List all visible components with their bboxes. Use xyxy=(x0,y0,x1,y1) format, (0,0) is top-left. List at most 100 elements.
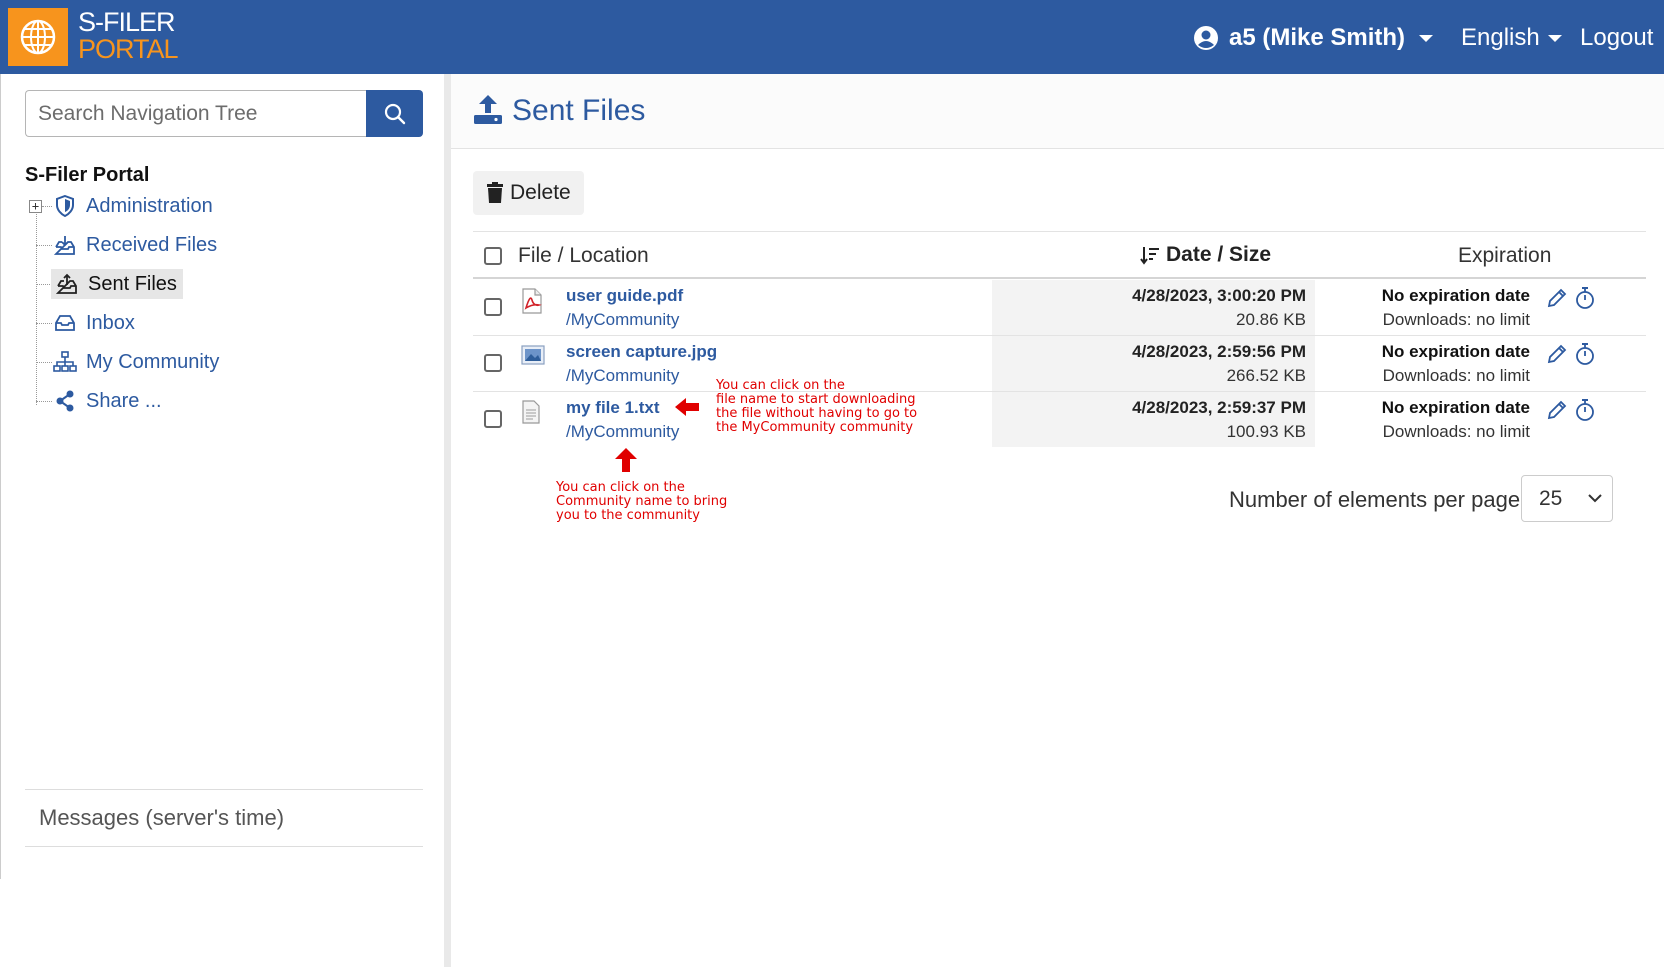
file-size: 20.86 KB xyxy=(1236,310,1306,329)
tree-root-title: S-Filer Portal xyxy=(25,164,150,186)
logout-link[interactable]: Logout xyxy=(1580,22,1653,54)
inbox-download-icon xyxy=(53,233,77,257)
text-file-icon xyxy=(522,400,540,424)
brand-line2: PORTAL xyxy=(78,34,179,64)
edit-pencil-icon[interactable] xyxy=(1546,343,1568,365)
brand-name[interactable]: S-FILER PORTAL xyxy=(78,7,179,64)
sidebar-item-sent-files[interactable]: Sent Files xyxy=(51,269,183,299)
download-limit: Downloads: no limit xyxy=(1382,366,1530,385)
expiration-value: No expiration date xyxy=(1381,286,1530,305)
file-date: 4/28/2023, 3:00:20 PM xyxy=(1132,286,1306,305)
image-file-icon xyxy=(521,345,545,365)
inbox-icon xyxy=(53,311,77,335)
navigation-search xyxy=(25,90,423,137)
tree-connector-line xyxy=(36,284,52,285)
per-page-value: 25 xyxy=(1539,486,1563,510)
expiration-value: No expiration date xyxy=(1381,398,1530,417)
stopwatch-icon[interactable] xyxy=(1575,398,1595,422)
annotation-line: the file without having to go to xyxy=(716,406,918,421)
shield-icon xyxy=(53,194,77,218)
delete-label: Delete xyxy=(510,181,571,204)
page-header: Sent Files xyxy=(451,74,1664,149)
user-menu-dropdown[interactable]: a5 (Mike Smith) xyxy=(1193,22,1434,54)
file-size: 100.93 KB xyxy=(1226,422,1306,441)
sidebar-item-my-community[interactable]: My Community xyxy=(53,347,219,377)
per-page-select[interactable]: 25 xyxy=(1521,475,1613,522)
date-size-label: Date / Size xyxy=(1166,243,1272,266)
sidebar-item-share[interactable]: Share ... xyxy=(53,386,162,416)
sidebar-item-label: Administration xyxy=(86,194,213,217)
search-input[interactable] xyxy=(25,90,366,137)
trash-icon xyxy=(487,182,503,203)
file-location-link[interactable]: /MyCommunity xyxy=(566,310,679,330)
brand-logo-icon[interactable] xyxy=(8,8,68,66)
row-checkbox[interactable] xyxy=(484,410,502,428)
top-navbar: S-FILER PORTAL a5 (Mike Smith) English L… xyxy=(0,0,1664,74)
tree-connector-line xyxy=(42,206,52,207)
file-date: 4/28/2023, 2:59:56 PM xyxy=(1132,342,1306,361)
column-header-date-size[interactable]: Date / Size xyxy=(1140,243,1271,267)
sidebar-item-label: Sent Files xyxy=(88,272,177,295)
annotation-line: you to the community xyxy=(556,508,700,523)
annotation-line: Community name to bring xyxy=(556,494,728,509)
download-limit: Downloads: no limit xyxy=(1382,422,1530,441)
annotation-line: You can click on the xyxy=(556,480,685,495)
file-date: 4/28/2023, 2:59:37 PM xyxy=(1132,398,1306,417)
tree-connector-line xyxy=(36,362,52,363)
expiration-value: No expiration date xyxy=(1381,342,1530,361)
sidebar-item-label: Received Files xyxy=(86,233,218,256)
select-all-checkbox[interactable] xyxy=(484,247,502,265)
tree-connector-line xyxy=(36,323,52,324)
chevron-down-icon xyxy=(1419,34,1434,42)
table-row: my file 1.txt /MyCommunity 4/28/2023, 2:… xyxy=(473,392,1646,448)
stopwatch-icon[interactable] xyxy=(1575,342,1595,366)
community-annotation: You can click on the Community name to b… xyxy=(556,481,727,523)
table-row: user guide.pdf /MyCommunity 4/28/2023, 3… xyxy=(473,280,1646,336)
file-name-link[interactable]: user guide.pdf xyxy=(566,286,683,306)
file-name-link[interactable]: screen capture.jpg xyxy=(566,342,717,362)
sidebar-resize-handle[interactable] xyxy=(444,74,451,967)
sidebar-item-label: Inbox xyxy=(86,311,135,334)
file-location-link[interactable]: /MyCommunity xyxy=(566,422,679,442)
row-checkbox[interactable] xyxy=(484,298,502,316)
pdf-file-icon xyxy=(522,288,542,314)
upload-tray-icon xyxy=(55,272,79,296)
upload-tray-icon xyxy=(474,95,502,124)
page-title: Sent Files xyxy=(512,94,646,127)
brand-line1: S-FILER xyxy=(78,7,176,37)
row-checkbox[interactable] xyxy=(484,354,502,372)
language-dropdown[interactable]: English xyxy=(1461,22,1562,54)
sidebar-item-inbox[interactable]: Inbox xyxy=(53,308,135,338)
edit-pencil-icon[interactable] xyxy=(1546,287,1568,309)
chevron-down-icon xyxy=(1547,34,1562,42)
file-size: 266.52 KB xyxy=(1226,366,1306,385)
annotation-line: the MyCommunity community xyxy=(716,420,914,435)
table-header: File / Location Date / Size Expiration xyxy=(473,231,1646,279)
main-content: Sent Files Delete File / Location Date /… xyxy=(451,74,1664,967)
delete-button[interactable]: Delete xyxy=(473,171,584,215)
messages-panel-header[interactable]: Messages (server's time) xyxy=(25,789,423,847)
sidebar-item-label: Share ... xyxy=(86,389,162,412)
tree-connector-line xyxy=(36,245,52,246)
table-row: screen capture.jpg /MyCommunity 4/28/202… xyxy=(473,336,1646,392)
search-icon xyxy=(384,103,405,124)
download-limit: Downloads: no limit xyxy=(1382,310,1530,329)
sidebar-item-received-files[interactable]: Received Files xyxy=(53,230,217,260)
stopwatch-icon[interactable] xyxy=(1575,286,1595,310)
arrow-left-annotation-icon xyxy=(675,398,699,416)
tree-connector-line xyxy=(36,200,37,405)
per-page-label: Number of elements per page xyxy=(1229,487,1521,512)
arrow-up-annotation-icon xyxy=(615,448,637,472)
annotation-line: You can click on the xyxy=(716,378,845,393)
user-circle-icon xyxy=(1194,26,1218,50)
column-header-file: File / Location xyxy=(518,244,649,267)
tree-connector-line xyxy=(36,401,52,402)
sidebar-item-administration[interactable]: Administration xyxy=(53,191,213,221)
expand-administration-toggle[interactable]: + xyxy=(29,200,42,213)
share-icon xyxy=(53,389,77,413)
file-name-link[interactable]: my file 1.txt xyxy=(566,398,660,418)
edit-pencil-icon[interactable] xyxy=(1546,399,1568,421)
file-location-link[interactable]: /MyCommunity xyxy=(566,366,679,386)
sidebar: S-Filer Portal + Administration Received… xyxy=(0,74,444,879)
search-button[interactable] xyxy=(366,90,423,137)
